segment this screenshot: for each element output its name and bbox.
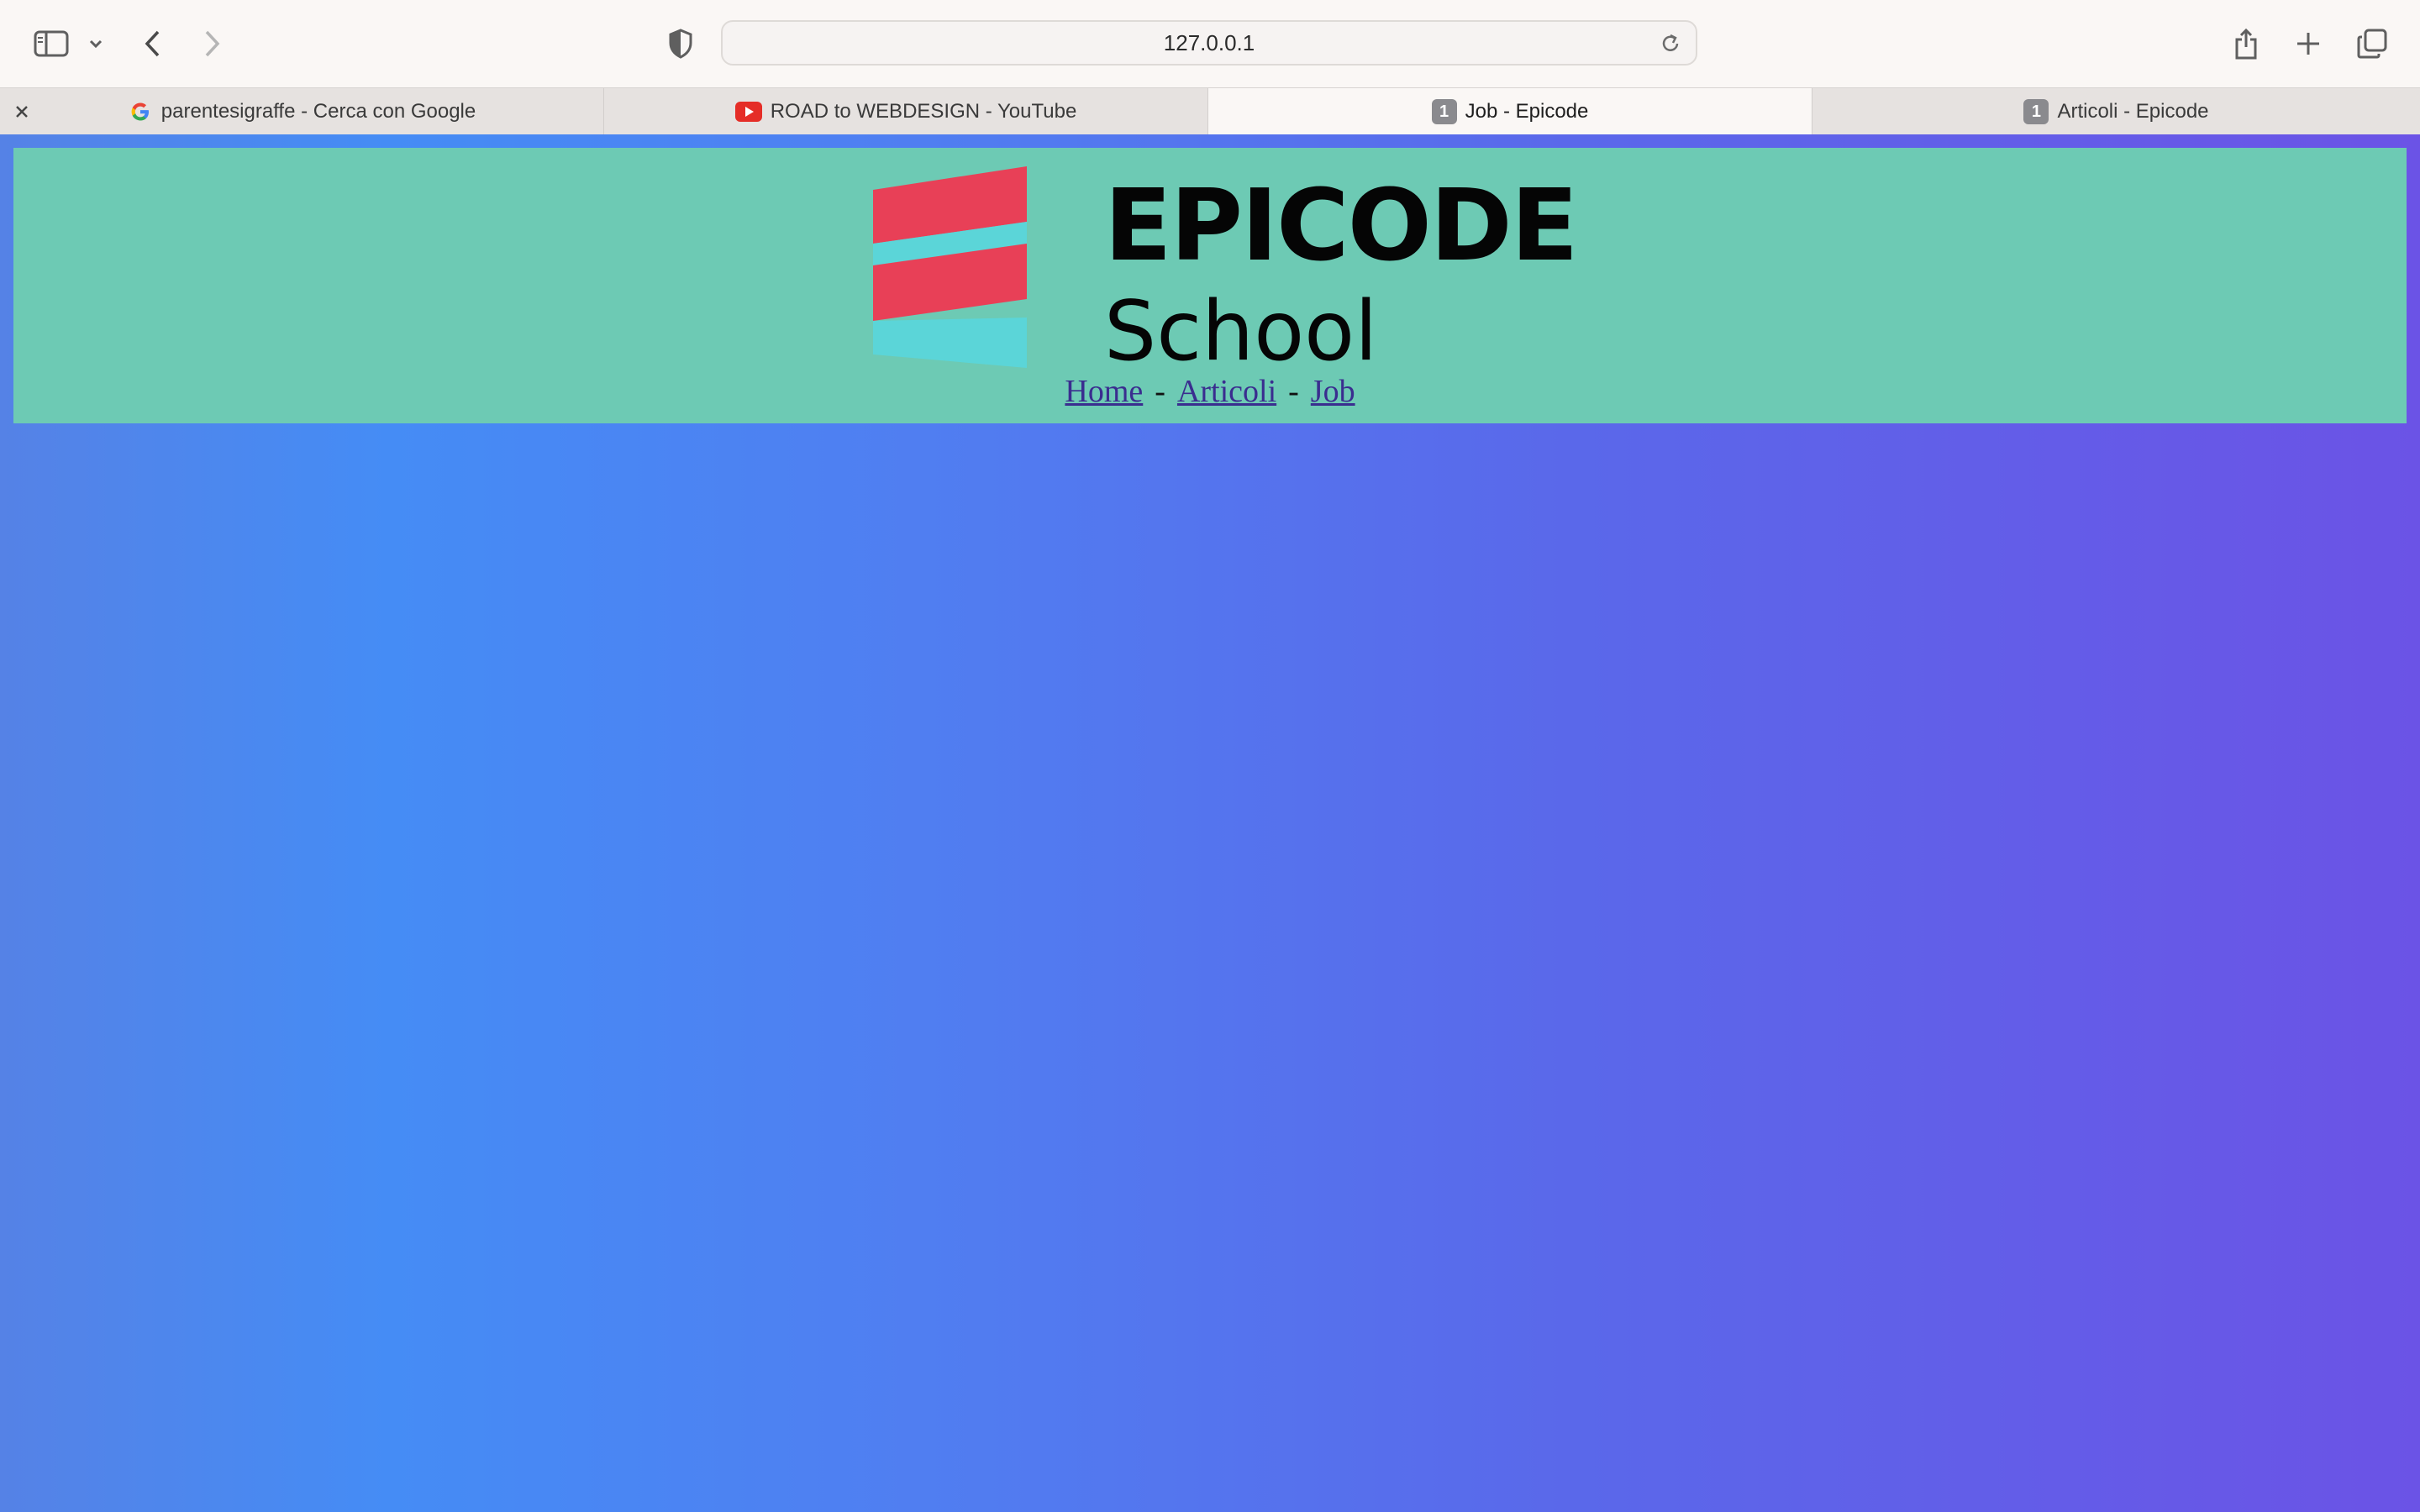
tab-title: Job - Epicode — [1465, 100, 1589, 123]
epicode-logo-icon — [873, 166, 1041, 373]
brand-title: EPICODE — [1104, 167, 1578, 283]
nav-link-articoli[interactable]: Articoli — [1177, 374, 1276, 409]
tab-google-search[interactable]: parentesigraffe - Cerca con Google — [0, 88, 604, 135]
brand-subtitle: School — [1104, 284, 1378, 380]
browser-toolbar: 127.0.0.1 — [0, 0, 2420, 87]
nav-link-home[interactable]: Home — [1065, 374, 1143, 409]
favicon-badge: 1 — [1431, 99, 1457, 124]
sidebar-toggle-icon[interactable] — [30, 18, 72, 69]
tab-articoli-epicode[interactable]: 1 Articoli - Epicode — [1812, 88, 2420, 135]
site-header: EPICODE School Home - Articoli - Job — [13, 148, 2407, 423]
close-icon[interactable] — [10, 100, 34, 123]
tab-overview-icon[interactable] — [2354, 18, 2390, 69]
nav-separator: - — [1155, 374, 1165, 409]
tab-title: parentesigraffe - Cerca con Google — [160, 100, 476, 123]
tab-title: Articoli - Epicode — [2057, 100, 2209, 123]
chevron-down-icon[interactable] — [82, 18, 109, 69]
new-tab-icon[interactable] — [2291, 18, 2326, 69]
page-body: EPICODE School Home - Articoli - Job — [0, 134, 2420, 1512]
reload-icon[interactable] — [1659, 32, 1682, 55]
address-bar[interactable]: 127.0.0.1 — [721, 20, 1697, 66]
tab-youtube[interactable]: ROAD to WEBDESIGN - YouTube — [604, 88, 1208, 135]
url-text: 127.0.0.1 — [1163, 29, 1255, 55]
nav-link-job[interactable]: Job — [1311, 374, 1355, 409]
share-icon[interactable] — [2228, 18, 2264, 69]
google-icon — [128, 99, 153, 124]
tab-title: ROAD to WEBDESIGN - YouTube — [770, 100, 1077, 123]
tab-bar: parentesigraffe - Cerca con Google ROAD … — [0, 87, 2420, 135]
forward-icon[interactable] — [195, 18, 229, 69]
youtube-icon — [734, 102, 762, 122]
favicon-badge: 1 — [2023, 99, 2049, 124]
site-nav: Home - Articoli - Job — [13, 373, 2407, 410]
nav-separator: - — [1288, 374, 1299, 409]
tab-job-epicode[interactable]: 1 Job - Epicode — [1208, 88, 1812, 135]
back-icon[interactable] — [136, 18, 170, 69]
privacy-shield-icon[interactable] — [664, 18, 697, 69]
